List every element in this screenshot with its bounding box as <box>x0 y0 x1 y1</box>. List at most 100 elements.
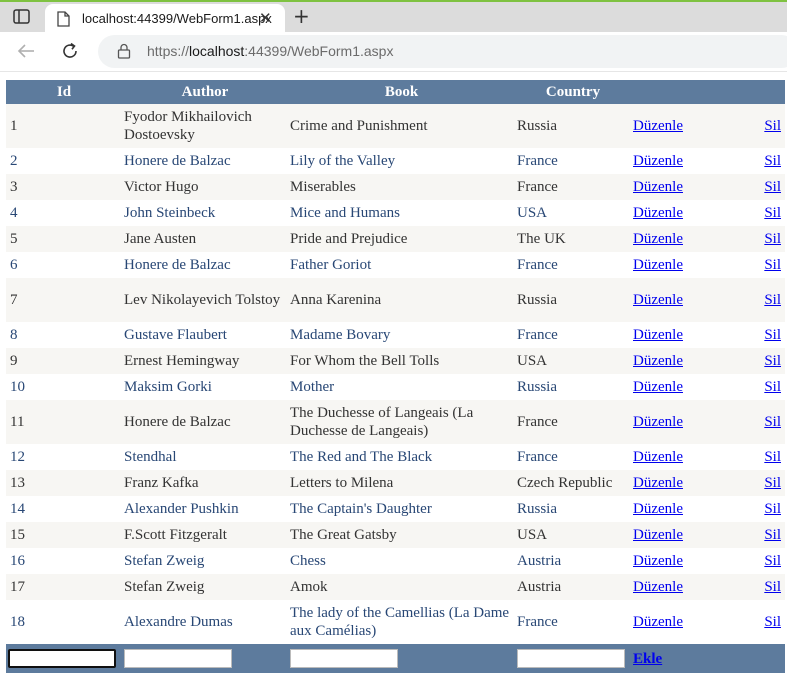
delete-cell: Sil <box>727 104 785 148</box>
edit-link[interactable]: Düzenle <box>633 205 683 221</box>
cell-id: 9 <box>6 348 122 374</box>
browser-tab[interactable]: localhost:44399/WebForm1.aspx ✕ <box>45 4 285 34</box>
delete-link[interactable]: Sil <box>764 353 781 369</box>
new-tab-icon[interactable]: + <box>293 5 310 27</box>
new-country-input[interactable] <box>517 649 625 668</box>
header-edit <box>631 80 727 104</box>
url-path: :44399/WebForm1.aspx <box>244 43 394 59</box>
header-country: Country <box>515 80 631 104</box>
new-book-input[interactable] <box>290 649 398 668</box>
edit-cell: Düzenle <box>631 548 727 574</box>
cell-id: 13 <box>6 470 122 496</box>
edit-cell: Düzenle <box>631 174 727 200</box>
delete-link[interactable]: Sil <box>764 231 781 247</box>
delete-cell: Sil <box>727 322 785 348</box>
lock-icon[interactable] <box>117 43 131 59</box>
tab-actions-icon[interactable] <box>13 9 30 24</box>
cell-country: Russia <box>515 278 631 322</box>
delete-link[interactable]: Sil <box>764 449 781 465</box>
delete-cell: Sil <box>727 522 785 548</box>
cell-country: USA <box>515 522 631 548</box>
table-row: 6 Honere de Balzac Father Goriot France Düze… <box>6 252 785 278</box>
delete-link[interactable]: Sil <box>764 475 781 491</box>
delete-link[interactable]: Sil <box>764 118 781 134</box>
delete-cell: Sil <box>727 252 785 278</box>
edit-cell: Düzenle <box>631 574 727 600</box>
delete-link[interactable]: Sil <box>764 179 781 195</box>
table-row: 9 Ernest Hemingway For Whom the Bell Tolls… <box>6 348 785 374</box>
edit-link[interactable]: Düzenle <box>633 292 683 308</box>
delete-link[interactable]: Sil <box>764 292 781 308</box>
edit-cell: Düzenle <box>631 348 727 374</box>
delete-link[interactable]: Sil <box>764 257 781 273</box>
delete-cell: Sil <box>727 574 785 600</box>
cell-id: 11 <box>6 400 122 444</box>
edit-link[interactable]: Düzenle <box>633 527 683 543</box>
footer-author-cell <box>122 644 288 673</box>
delete-cell: Sil <box>727 470 785 496</box>
cell-author: John Steinbeck <box>122 200 288 226</box>
cell-book: Amok <box>288 574 515 600</box>
delete-link[interactable]: Sil <box>764 205 781 221</box>
cell-id: 3 <box>6 174 122 200</box>
table-row: 11 Honere de Balzac The Duchesse of Langea… <box>6 400 785 444</box>
delete-link[interactable]: Sil <box>764 553 781 569</box>
edit-link[interactable]: Düzenle <box>633 118 683 134</box>
cell-book: Crime and Punishment <box>288 104 515 148</box>
edit-link[interactable]: Düzenle <box>633 257 683 273</box>
cell-country: France <box>515 148 631 174</box>
new-author-input[interactable] <box>124 649 232 668</box>
close-tab-icon[interactable]: ✕ <box>259 10 272 26</box>
cell-id: 10 <box>6 374 122 400</box>
edit-cell: Düzenle <box>631 522 727 548</box>
table-row: 4 John Steinbeck Mice and Humans USA Düzenle… <box>6 200 785 226</box>
cell-book: For Whom the Bell Tolls <box>288 348 515 374</box>
edit-link[interactable]: Düzenle <box>633 179 683 195</box>
edit-link[interactable]: Düzenle <box>633 327 683 343</box>
delete-link[interactable]: Sil <box>764 327 781 343</box>
edit-cell: Düzenle <box>631 496 727 522</box>
cell-book: Lily of the Valley <box>288 148 515 174</box>
edit-link[interactable]: Düzenle <box>633 379 683 395</box>
delete-cell: Sil <box>727 400 785 444</box>
edit-link[interactable]: Düzenle <box>633 353 683 369</box>
cell-id: 2 <box>6 148 122 174</box>
grid-body: 1 Fyodor Mikhailovich Dostoevsky Crime and… <box>6 104 785 644</box>
browser-toolbar: https://localhost:44399/WebForm1.aspx <box>0 32 787 72</box>
add-link[interactable]: Ekle <box>633 651 662 667</box>
delete-cell: Sil <box>727 348 785 374</box>
cell-author: Jane Austen <box>122 226 288 252</box>
cell-author: Fyodor Mikhailovich Dostoevsky <box>122 104 288 148</box>
edit-link[interactable]: Düzenle <box>633 475 683 491</box>
edit-cell: Düzenle <box>631 470 727 496</box>
edit-link[interactable]: Düzenle <box>633 501 683 517</box>
cell-country: The UK <box>515 226 631 252</box>
edit-link[interactable]: Düzenle <box>633 449 683 465</box>
cell-book: Pride and Prejudice <box>288 226 515 252</box>
table-row: 10 Maksim Gorki Mother Russia Düzenle Sil <box>6 374 785 400</box>
edit-cell: Düzenle <box>631 226 727 252</box>
delete-link[interactable]: Sil <box>764 379 781 395</box>
delete-link[interactable]: Sil <box>764 414 781 430</box>
back-arrow-icon[interactable] <box>16 41 36 61</box>
grid-header-row: Id Author Book Country <box>6 80 785 104</box>
edit-link[interactable]: Düzenle <box>633 614 683 630</box>
delete-link[interactable]: Sil <box>764 501 781 517</box>
edit-link[interactable]: Düzenle <box>633 231 683 247</box>
edit-cell: Düzenle <box>631 148 727 174</box>
delete-link[interactable]: Sil <box>764 614 781 630</box>
delete-link[interactable]: Sil <box>764 527 781 543</box>
cell-book: Chess <box>288 548 515 574</box>
edit-link[interactable]: Düzenle <box>633 553 683 569</box>
cell-country: Czech Republic <box>515 470 631 496</box>
edit-link[interactable]: Düzenle <box>633 579 683 595</box>
delete-link[interactable]: Sil <box>764 579 781 595</box>
edit-cell: Düzenle <box>631 322 727 348</box>
edit-link[interactable]: Düzenle <box>633 414 683 430</box>
address-bar[interactable]: https://localhost:44399/WebForm1.aspx <box>98 35 787 68</box>
delete-link[interactable]: Sil <box>764 153 781 169</box>
refresh-icon[interactable] <box>60 41 80 61</box>
edit-link[interactable]: Düzenle <box>633 153 683 169</box>
url-text[interactable]: https://localhost:44399/WebForm1.aspx <box>147 43 393 59</box>
new-id-input[interactable] <box>8 649 116 668</box>
